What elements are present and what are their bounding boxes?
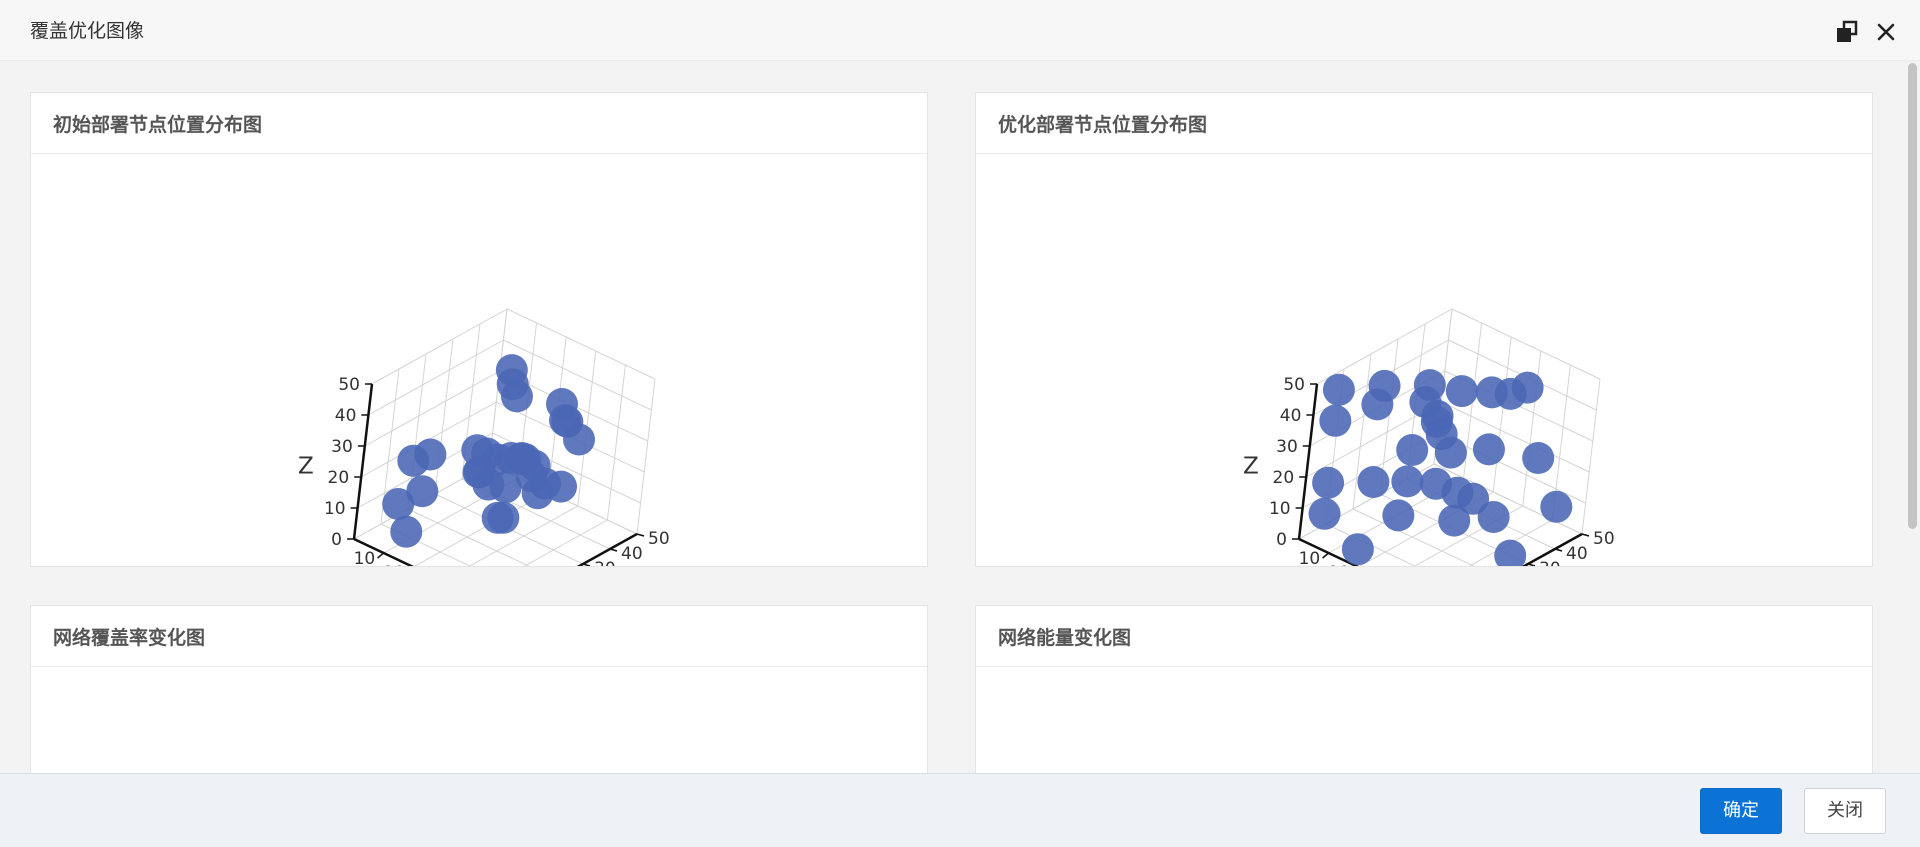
z-tick-label: 30 bbox=[331, 437, 353, 457]
grid-line bbox=[368, 339, 504, 416]
panel-network-energy: 网络能量变化图 bbox=[975, 605, 1873, 773]
x-tick bbox=[1322, 552, 1330, 559]
z-tick-label: 40 bbox=[335, 406, 357, 426]
z-tick-label: 50 bbox=[338, 375, 360, 395]
data-point bbox=[1322, 373, 1355, 406]
data-point bbox=[1341, 533, 1374, 566]
data-point bbox=[1357, 466, 1390, 498]
panel-optimized-deployment: 优化部署节点位置分布图 1020304010203040500102030405… bbox=[975, 92, 1873, 567]
z-tick-label: 40 bbox=[1280, 406, 1302, 426]
panel-title: 网络覆盖率变化图 bbox=[31, 606, 927, 667]
data-point bbox=[1522, 442, 1555, 474]
grid-line bbox=[1581, 378, 1601, 535]
restore-window-icon[interactable] bbox=[1833, 18, 1861, 46]
vertical-scrollbar[interactable] bbox=[1906, 61, 1920, 773]
data-point bbox=[1409, 386, 1442, 419]
z-tick-label: 0 bbox=[1276, 530, 1287, 550]
y-tick-label: 30 bbox=[1539, 559, 1561, 566]
panel-title: 初始部署节点位置分布图 bbox=[31, 93, 927, 154]
confirm-button[interactable]: 确定 bbox=[1700, 788, 1782, 834]
y-axis-line bbox=[576, 532, 638, 566]
data-point bbox=[495, 354, 528, 387]
data-point bbox=[1319, 404, 1352, 437]
y-tick bbox=[582, 563, 591, 566]
grid-line bbox=[434, 338, 454, 495]
dialog-titlebar: 覆盖优化图像 bbox=[0, 0, 1920, 61]
y-tick-label: 30 bbox=[594, 559, 616, 566]
data-point bbox=[1445, 375, 1478, 408]
z-tick-label: 50 bbox=[1283, 375, 1305, 395]
data-point bbox=[1434, 436, 1467, 469]
y-tick-label: 40 bbox=[1566, 544, 1588, 564]
panel-title: 网络能量变化图 bbox=[976, 606, 1872, 667]
z-axis-title: Z bbox=[298, 454, 314, 480]
panel-coverage-rate: 网络覆盖率变化图 bbox=[30, 605, 928, 773]
data-point bbox=[1475, 376, 1508, 409]
z-axis-title: Z bbox=[1243, 454, 1259, 480]
z-tick-label: 10 bbox=[324, 499, 346, 519]
data-point bbox=[1477, 501, 1510, 533]
data-point bbox=[397, 444, 430, 477]
y-tick bbox=[1581, 533, 1590, 537]
scrollbar-thumb[interactable] bbox=[1908, 63, 1917, 529]
data-point bbox=[1396, 434, 1429, 466]
panel-initial-deployment: 初始部署节点位置分布图 1020304010203040500102030405… bbox=[30, 92, 928, 567]
data-point bbox=[1540, 490, 1573, 523]
panel-title: 优化部署节点位置分布图 bbox=[976, 93, 1872, 154]
dialog-title: 覆盖优化图像 bbox=[30, 20, 145, 42]
z-tick-label: 0 bbox=[331, 530, 342, 550]
data-point bbox=[461, 434, 494, 467]
z-axis-line bbox=[352, 383, 374, 540]
data-point bbox=[1391, 465, 1424, 498]
data-point bbox=[1438, 504, 1471, 537]
data-point bbox=[1361, 388, 1394, 421]
x-tick-label: 10 bbox=[1299, 549, 1321, 566]
x-tick-label: 20 bbox=[1328, 563, 1350, 566]
dialog-footer: 确定 关闭 bbox=[0, 773, 1920, 847]
data-point bbox=[390, 515, 423, 548]
y-tick bbox=[609, 548, 618, 552]
data-point bbox=[487, 501, 520, 534]
z-tick-label: 20 bbox=[328, 468, 350, 488]
scatter3d-chart-optimized: 10203040102030405001020304050XYZ bbox=[1243, 308, 1615, 566]
scatter3d-chart-initial: 10203040102030405001020304050XYZ bbox=[298, 308, 670, 566]
y-tick-label: 50 bbox=[648, 529, 670, 549]
x-tick-label: 20 bbox=[383, 563, 405, 566]
close-icon[interactable] bbox=[1872, 18, 1900, 46]
z-tick-label: 20 bbox=[1273, 468, 1295, 488]
grid-line bbox=[636, 378, 656, 535]
y-tick bbox=[1527, 563, 1536, 566]
data-point bbox=[382, 488, 415, 520]
y-tick bbox=[1554, 548, 1563, 552]
x-tick-label: 10 bbox=[354, 549, 376, 566]
close-button[interactable]: 关闭 bbox=[1804, 788, 1886, 834]
data-point bbox=[1382, 499, 1415, 532]
data-point bbox=[1308, 497, 1341, 530]
grid-line bbox=[371, 308, 508, 385]
z-tick-label: 30 bbox=[1276, 437, 1298, 457]
y-tick-label: 50 bbox=[1593, 529, 1615, 549]
z-tick-label: 10 bbox=[1269, 499, 1291, 519]
x-tick bbox=[377, 552, 385, 559]
y-tick bbox=[636, 533, 645, 537]
data-point bbox=[1494, 539, 1527, 566]
data-point bbox=[1312, 466, 1345, 499]
dialog-content: 初始部署节点位置分布图 1020304010203040500102030405… bbox=[0, 61, 1906, 773]
data-point bbox=[1472, 433, 1505, 466]
grid-line bbox=[506, 308, 656, 380]
data-point bbox=[529, 467, 562, 500]
grid-line bbox=[1492, 336, 1512, 493]
grid-line bbox=[1451, 308, 1601, 380]
grid-line bbox=[578, 533, 638, 566]
data-point bbox=[1441, 476, 1474, 509]
grid-line bbox=[606, 364, 626, 521]
y-tick-label: 40 bbox=[621, 544, 643, 564]
data-point bbox=[563, 423, 595, 456]
